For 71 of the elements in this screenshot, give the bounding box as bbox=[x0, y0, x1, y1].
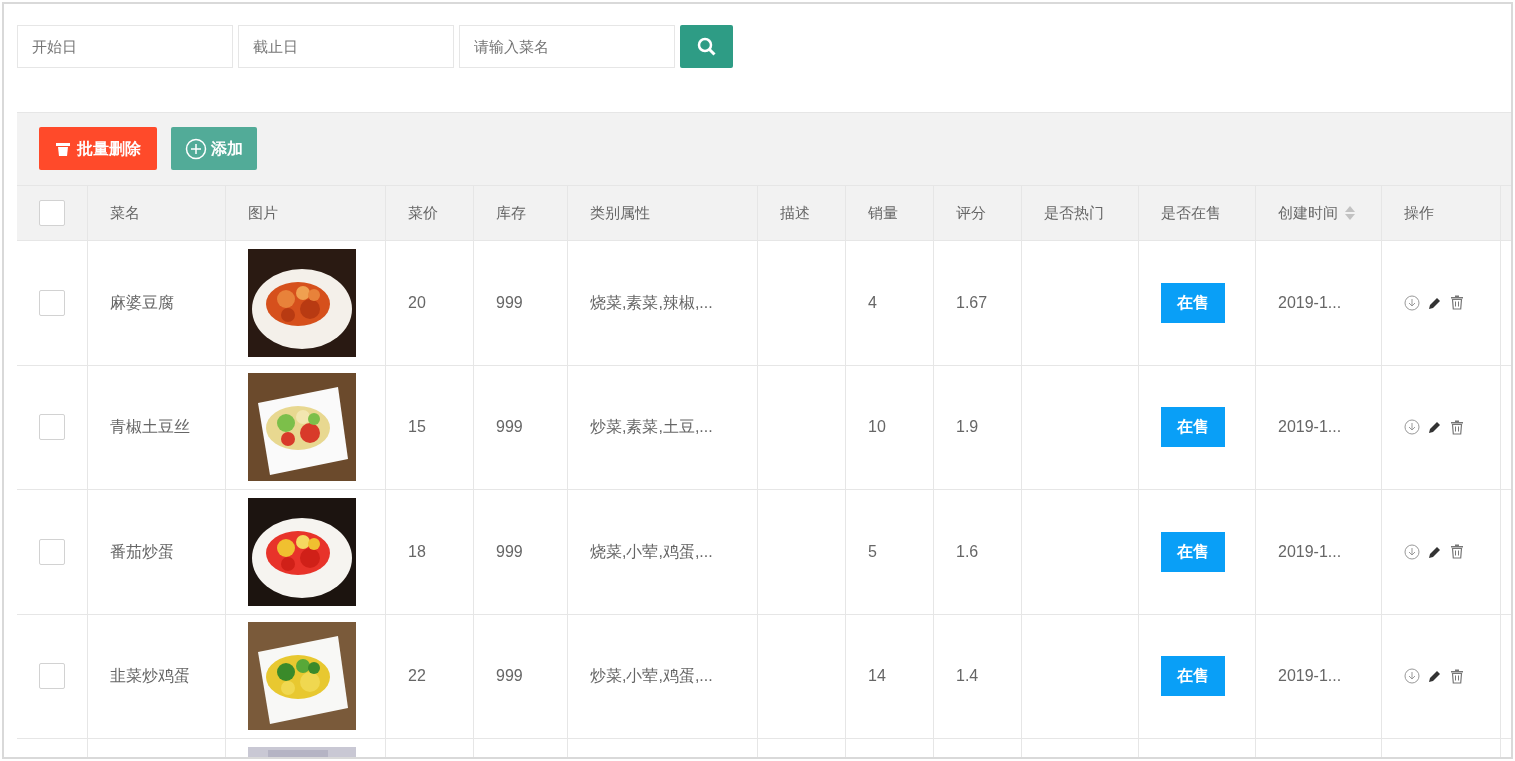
pencil-icon[interactable] bbox=[1428, 420, 1442, 435]
checkbox[interactable] bbox=[39, 200, 65, 226]
table-cell-text: 烧菜,素菜,辣椒,... bbox=[590, 292, 713, 313]
table-cell-text: 15 bbox=[408, 417, 426, 438]
table-cell-text: 1.6 bbox=[956, 541, 979, 562]
status-badge: 在售 bbox=[1161, 282, 1225, 323]
trash-icon[interactable] bbox=[1450, 419, 1464, 435]
input-field[interactable]: 开始日 bbox=[17, 25, 233, 68]
table-cell-text: 999 bbox=[496, 417, 523, 438]
trash-icon[interactable] bbox=[1450, 544, 1464, 560]
column-header: 操作 bbox=[1404, 202, 1434, 223]
column-header: 描述 bbox=[780, 202, 810, 223]
table-cell-text: 18 bbox=[408, 541, 426, 562]
table-cell-text: 炒菜,素菜,土豆,... bbox=[590, 417, 713, 438]
table-cell-text: 4 bbox=[868, 292, 877, 313]
plus-circle-icon bbox=[185, 137, 207, 160]
column-header[interactable]: 创建时间 bbox=[1278, 201, 1338, 225]
table-cell-text: 10 bbox=[868, 417, 886, 438]
table-cell-text: 2019-1... bbox=[1278, 417, 1342, 438]
table-cell-text: 1.9 bbox=[956, 417, 979, 438]
table-cell-text: 22 bbox=[408, 666, 426, 687]
checkbox[interactable] bbox=[39, 289, 65, 316]
pencil-icon[interactable] bbox=[1428, 544, 1442, 559]
table-cell-text: 青椒土豆丝 bbox=[110, 417, 190, 438]
table-cell-text: 麻婆豆腐 bbox=[110, 292, 174, 313]
table-cell-text: 5 bbox=[868, 541, 877, 562]
sort-icon[interactable] bbox=[1344, 205, 1356, 221]
add-button[interactable]: 添加 bbox=[171, 127, 257, 170]
table-cell-text: 韭菜炒鸡蛋 bbox=[110, 666, 190, 687]
status-badge: 在售 bbox=[1161, 656, 1225, 697]
pencil-icon[interactable] bbox=[1428, 669, 1442, 684]
column-header: 菜价 bbox=[408, 202, 438, 223]
table-cell-text: 999 bbox=[496, 666, 523, 687]
status-badge: 在售 bbox=[1161, 407, 1225, 448]
column-header: 类别属性 bbox=[590, 202, 650, 223]
checkbox[interactable] bbox=[39, 414, 65, 441]
status-badge: 在售 bbox=[1161, 531, 1225, 572]
trash-icon bbox=[55, 140, 71, 157]
table-cell-text: 20 bbox=[408, 292, 426, 313]
column-header: 菜名 bbox=[110, 202, 140, 223]
table-cell-text: 烧菜,小荤,鸡蛋,... bbox=[590, 541, 713, 562]
delete-button[interactable]: 批量删除 bbox=[39, 127, 157, 170]
search-icon bbox=[696, 36, 717, 57]
column-header: 库存 bbox=[496, 202, 526, 223]
input-field[interactable]: 截止日 bbox=[238, 25, 454, 68]
download-icon[interactable] bbox=[1404, 543, 1420, 560]
checkbox[interactable] bbox=[39, 663, 65, 690]
trash-icon[interactable] bbox=[1450, 668, 1464, 684]
column-header: 评分 bbox=[956, 202, 986, 223]
table-cell-text: 2019-1... bbox=[1278, 666, 1342, 687]
download-icon[interactable] bbox=[1404, 419, 1420, 436]
download-icon[interactable] bbox=[1404, 294, 1420, 311]
table-cell-text: 1.67 bbox=[956, 292, 988, 313]
table-cell-text: 2019-1... bbox=[1278, 541, 1342, 562]
table-cell-text: 2019-1... bbox=[1278, 292, 1342, 313]
trash-icon[interactable] bbox=[1450, 295, 1464, 311]
table-cell-text: 999 bbox=[496, 541, 523, 562]
table-cell-text: 番茄炒蛋 bbox=[110, 541, 174, 562]
download-icon[interactable] bbox=[1404, 668, 1420, 685]
column-header: 是否在售 bbox=[1161, 202, 1221, 223]
column-header: 是否热门 bbox=[1044, 202, 1104, 223]
pencil-icon[interactable] bbox=[1428, 295, 1442, 310]
checkbox[interactable] bbox=[39, 538, 65, 565]
input-field[interactable]: 请输入菜名 bbox=[459, 25, 675, 68]
table-cell-text: 14 bbox=[868, 666, 886, 687]
table-cell-text: 1.4 bbox=[956, 666, 979, 687]
table-cell-text: 炒菜,小荤,鸡蛋,... bbox=[590, 666, 713, 687]
column-header: 图片 bbox=[248, 202, 278, 223]
search-button[interactable] bbox=[680, 25, 733, 68]
table-cell-text: 999 bbox=[496, 292, 523, 313]
column-header: 销量 bbox=[868, 202, 898, 223]
